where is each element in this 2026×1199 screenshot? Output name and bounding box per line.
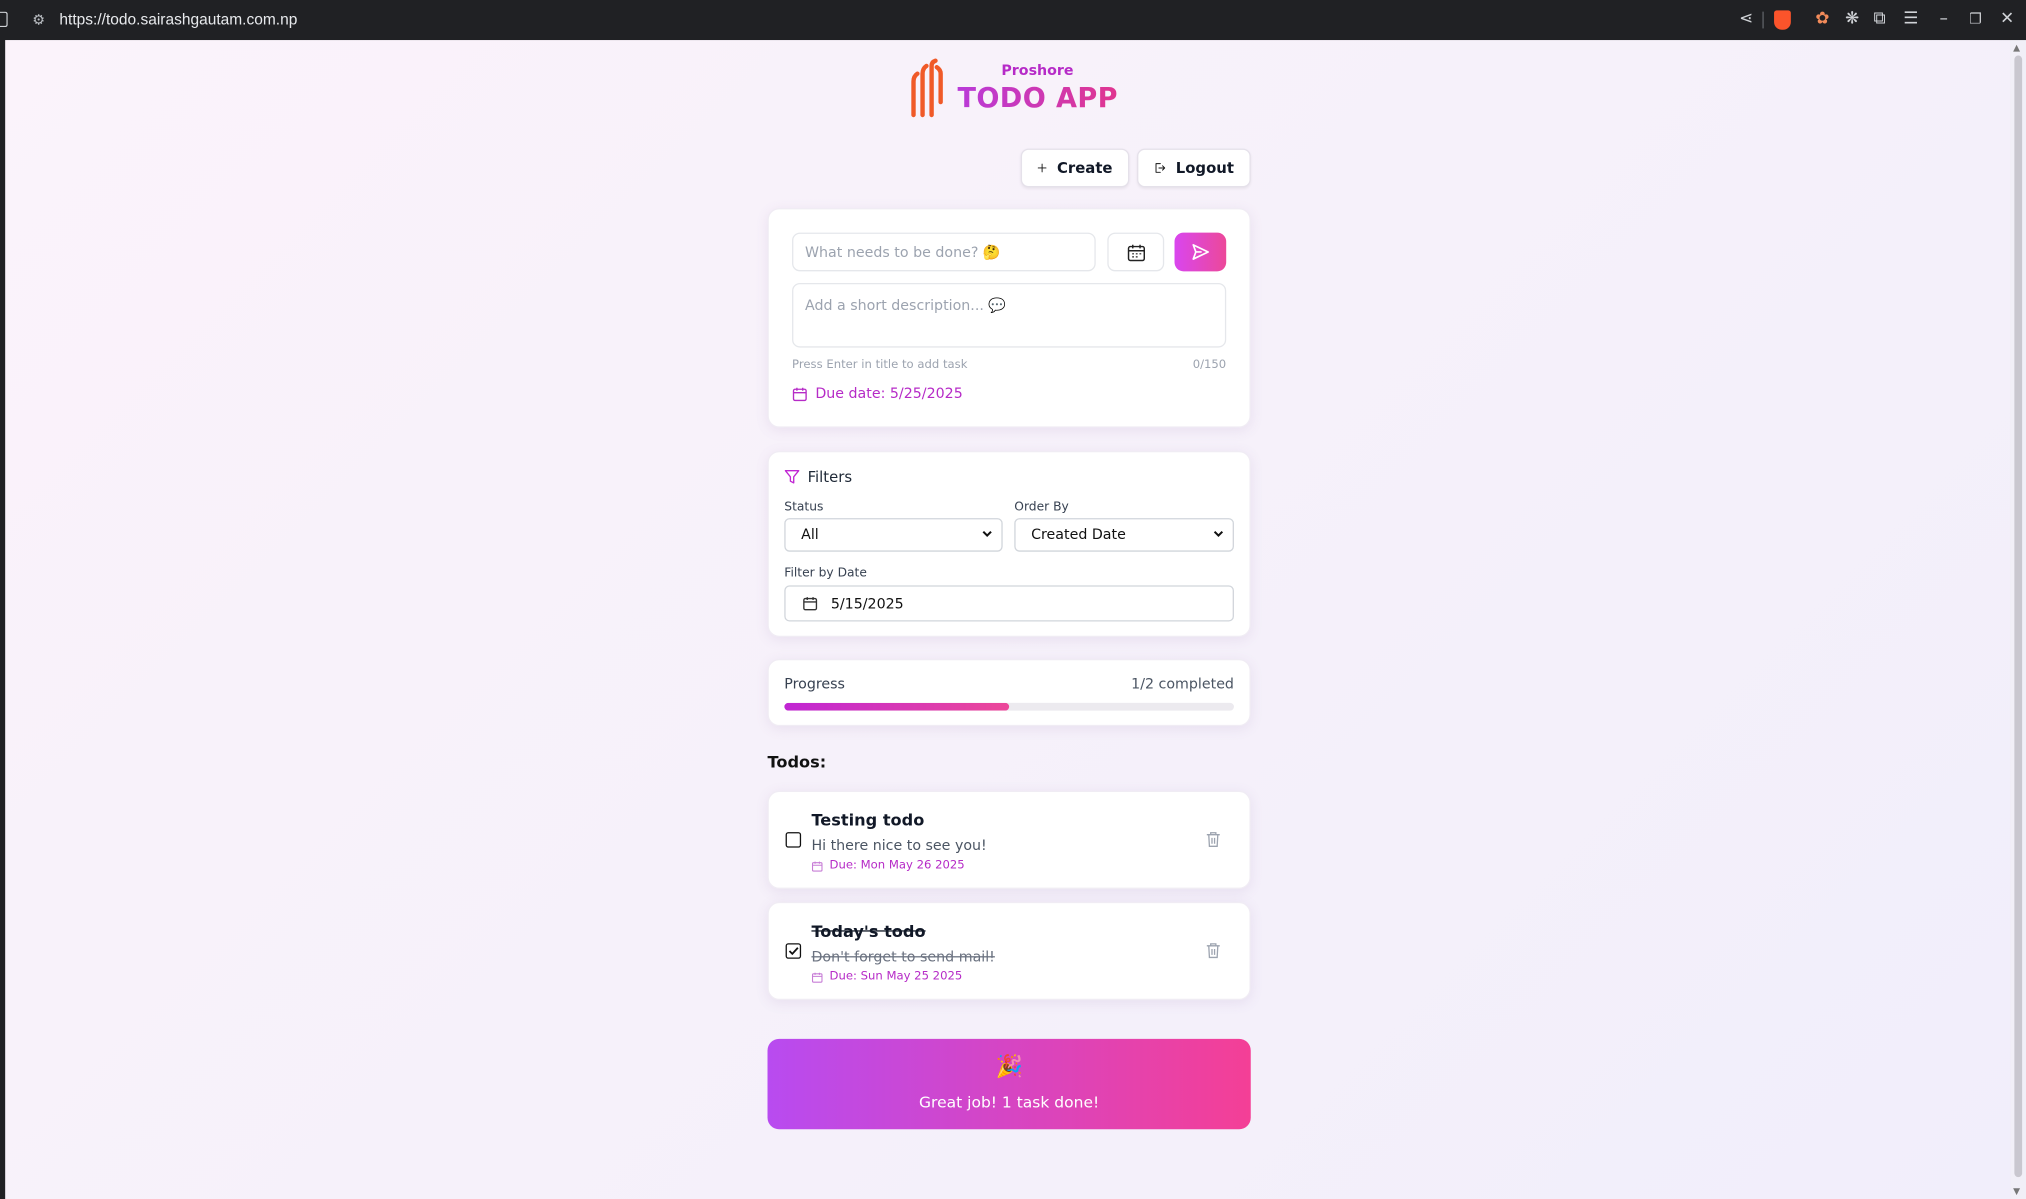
close-window-icon[interactable]: ✕ xyxy=(2000,9,2014,30)
calendar-icon xyxy=(811,860,823,871)
completion-message: Great job! 1 task done! xyxy=(919,1093,1100,1112)
filter-date-value: 5/15/2025 xyxy=(830,595,904,612)
plus-icon xyxy=(1037,163,1047,173)
todo-due: Due: Mon May 26 2025 xyxy=(811,859,965,873)
todo-due-text: Due: Mon May 26 2025 xyxy=(829,859,965,873)
progress-card: Progress 1/2 completed xyxy=(767,658,1251,727)
todo-due: Due: Sun May 25 2025 xyxy=(811,970,962,983)
brave-shield-icon[interactable] xyxy=(1774,10,1791,30)
filters-card: Filters Status All Order By Created Date… xyxy=(767,450,1251,638)
filter-date-label: Filter by Date xyxy=(784,565,867,581)
due-date-text: Due date: 5/25/2025 xyxy=(815,385,963,402)
toolbar-divider xyxy=(1762,11,1764,29)
extensions-icon[interactable]: ⧉ xyxy=(1874,9,1886,30)
vpn-icon[interactable]: ❋ xyxy=(1845,9,1859,30)
filter-icon xyxy=(784,470,800,484)
status-select[interactable]: All xyxy=(784,518,1003,552)
progress-bar xyxy=(784,702,1234,711)
todo-item: Testing todo Hi there nice to see you! D… xyxy=(767,790,1251,889)
browser-toolbar: ⚙ https://todo.sairashgautam.com.np ⋖ ✿ … xyxy=(0,0,2026,41)
due-date-display: Due date: 5/25/2025 xyxy=(792,385,963,402)
chevron-down-icon xyxy=(1213,530,1224,538)
share-icon[interactable]: ⋖ xyxy=(1739,9,1753,30)
menu-icon[interactable]: ☰ xyxy=(1903,9,1918,30)
minimize-icon[interactable]: – xyxy=(1939,9,1947,30)
proshore-logo-icon xyxy=(911,58,943,118)
scroll-down-icon[interactable]: ▼ xyxy=(2013,1186,2020,1196)
todos-heading: Todos: xyxy=(767,752,827,772)
app-title: TODO APP xyxy=(957,82,1118,114)
progress-label: Progress xyxy=(784,675,845,693)
todo-description: Don't forget to send mail! xyxy=(811,948,995,966)
order-by-select[interactable]: Created Date xyxy=(1014,518,1234,552)
filters-heading-text: Filters xyxy=(807,467,853,486)
page-scrollbar[interactable]: ▲ ▼ xyxy=(2010,40,2026,1199)
progress-bar-fill xyxy=(784,702,1010,711)
calendar-icon xyxy=(811,972,823,983)
logout-icon xyxy=(1155,163,1166,173)
logout-button-label: Logout xyxy=(1175,158,1234,178)
address-bar[interactable]: https://todo.sairashgautam.com.np xyxy=(59,10,297,28)
todo-description: Hi there nice to see you! xyxy=(811,837,987,855)
todo-title: Testing todo xyxy=(811,810,925,830)
calendar-icon xyxy=(792,387,807,401)
todo-item: Today's todo Don't forget to send mail! … xyxy=(767,901,1251,1001)
brand-subtitle: Proshore xyxy=(1001,62,1074,79)
todo-checkbox-checked[interactable] xyxy=(785,943,802,959)
todo-checkbox[interactable] xyxy=(785,832,802,848)
rewards-icon[interactable]: ✿ xyxy=(1815,9,1829,30)
task-title-input[interactable]: What needs to be done? 🤔 xyxy=(792,232,1096,272)
party-popper-icon: 🎉 xyxy=(995,1054,1023,1081)
date-picker-button[interactable] xyxy=(1107,232,1165,272)
filter-date-input[interactable]: 5/15/2025 xyxy=(784,585,1234,622)
order-by-select-value: Created Date xyxy=(1031,525,1126,543)
restore-icon[interactable]: ❐ xyxy=(1969,9,1982,30)
delete-todo-button[interactable] xyxy=(1206,942,1222,959)
status-select-value: All xyxy=(801,525,819,543)
filters-heading: Filters xyxy=(784,468,852,486)
logout-button[interactable]: Logout xyxy=(1137,148,1251,188)
scrollbar-thumb[interactable] xyxy=(2014,55,2023,1178)
task-description-input[interactable]: Add a short description... 💬 xyxy=(792,282,1227,348)
todo-title: Today's todo xyxy=(811,921,926,941)
send-icon xyxy=(1192,244,1209,260)
calendar-icon xyxy=(1127,244,1145,261)
input-hint: Press Enter in title to add task xyxy=(792,359,968,373)
status-label: Status xyxy=(784,500,824,515)
check-icon xyxy=(788,947,799,956)
create-button-label: Create xyxy=(1056,158,1113,178)
chevron-down-icon xyxy=(982,530,992,538)
char-counter: 0/150 xyxy=(1192,359,1227,373)
todo-due-text: Due: Sun May 25 2025 xyxy=(829,970,963,984)
add-task-button[interactable] xyxy=(1174,232,1227,272)
new-task-card: What needs to be done? 🤔 Add a short des… xyxy=(767,208,1251,428)
order-by-label: Order By xyxy=(1014,500,1069,515)
bookmark-edge-icon xyxy=(0,11,8,28)
delete-todo-button[interactable] xyxy=(1206,831,1222,848)
progress-summary: 1/2 completed xyxy=(1131,675,1234,693)
scroll-up-icon[interactable]: ▲ xyxy=(2013,43,2020,53)
page-content: Proshore TODO APP Create Logout What nee… xyxy=(5,40,2011,1199)
create-button[interactable]: Create xyxy=(1020,148,1130,188)
completion-banner: 🎉 Great job! 1 task done! xyxy=(767,1038,1251,1130)
site-info-icon[interactable]: ⚙ xyxy=(32,12,45,29)
calendar-icon xyxy=(803,597,818,611)
